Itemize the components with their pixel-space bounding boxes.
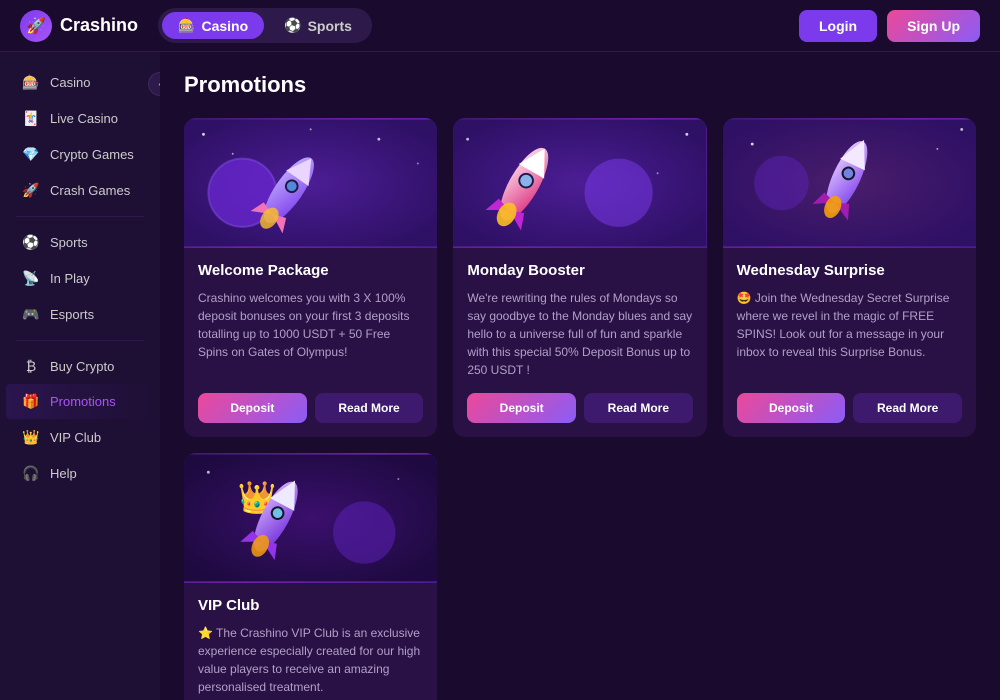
buy-crypto-icon: ₿	[22, 358, 40, 374]
sidebar-item-buy-crypto[interactable]: ₿ Buy Crypto	[6, 349, 154, 383]
main-content: Promotions	[160, 52, 1000, 700]
nav-tabs: 🎰 Casino ⚽ Sports	[158, 8, 372, 43]
promo-card-wednesday: Wednesday Surprise 🤩 Join the Wednesday …	[723, 118, 976, 437]
sidebar-item-promotions[interactable]: 🎁 Promotions	[6, 384, 154, 419]
sidebar-misc-section: ₿ Buy Crypto 🎁 Promotions 👑 VIP Club 🎧 H…	[0, 349, 160, 491]
casino-icon: 🎰	[178, 17, 195, 34]
promotions-bottom-row: 👑	[184, 453, 976, 700]
promo-card-welcome-actions: Deposit Read More	[198, 393, 423, 423]
sidebar: ‹ 🎰 Casino 🃏 Live Casino 💎 Crypto Games …	[0, 52, 160, 700]
crash-games-icon: 🚀	[22, 182, 40, 199]
wednesday-deposit-button[interactable]: Deposit	[737, 393, 846, 423]
promo-card-welcome-title: Welcome Package	[198, 262, 423, 279]
signup-button[interactable]: Sign Up	[887, 10, 980, 42]
promo-card-monday-desc: We're rewriting the rules of Mondays so …	[467, 289, 692, 379]
monday-readmore-button[interactable]: Read More	[584, 393, 693, 423]
sidebar-item-crypto-games[interactable]: 💎 Crypto Games	[6, 137, 154, 172]
promo-card-vip-body: VIP Club ⭐ The Crashino VIP Club is an e…	[184, 583, 437, 700]
empty-slot-2	[453, 453, 706, 700]
promo-card-welcome-body: Welcome Package Crashino welcomes you wi…	[184, 248, 437, 437]
promotions-grid: Welcome Package Crashino welcomes you wi…	[184, 118, 976, 437]
promo-card-vip-image: 👑	[184, 453, 437, 583]
promo-card-vip-desc: ⭐ The Crashino VIP Club is an exclusive …	[198, 624, 423, 696]
auth-buttons: Login Sign Up	[799, 10, 980, 42]
top-navigation: 🚀 Crashino 🎰 Casino ⚽ Sports Login Sign …	[0, 0, 1000, 52]
promo-card-monday: Monday Booster We're rewriting the rules…	[453, 118, 706, 437]
promo-card-monday-image	[453, 118, 706, 248]
sidebar-casino-section: 🎰 Casino 🃏 Live Casino 💎 Crypto Games 🚀 …	[0, 65, 160, 208]
sidebar-item-sports[interactable]: ⚽ Sports	[6, 225, 154, 260]
logo-text: Crashino	[60, 15, 138, 36]
promo-card-welcome: Welcome Package Crashino welcomes you wi…	[184, 118, 437, 437]
sidebar-sports-section: ⚽ Sports 📡 In Play 🎮 Esports	[0, 225, 160, 332]
logo: 🚀 Crashino	[20, 10, 138, 42]
esports-icon: 🎮	[22, 306, 40, 323]
crypto-games-icon: 💎	[22, 146, 40, 163]
promo-card-welcome-desc: Crashino welcomes you with 3 X 100% depo…	[198, 289, 423, 379]
main-layout: ‹ 🎰 Casino 🃏 Live Casino 💎 Crypto Games …	[0, 52, 1000, 700]
sidebar-divider-2	[16, 340, 144, 341]
promo-card-vip: 👑	[184, 453, 437, 700]
promo-card-monday-title: Monday Booster	[467, 262, 692, 279]
tab-casino[interactable]: 🎰 Casino	[162, 12, 264, 39]
sidebar-item-crash-games[interactable]: 🚀 Crash Games	[6, 173, 154, 208]
promotions-icon: 🎁	[22, 393, 40, 410]
promo-card-monday-actions: Deposit Read More	[467, 393, 692, 423]
promo-card-wednesday-image	[723, 118, 976, 248]
promo-card-wednesday-actions: Deposit Read More	[737, 393, 962, 423]
sidebar-item-live-casino[interactable]: 🃏 Live Casino	[6, 101, 154, 136]
vip-club-icon: 👑	[22, 429, 40, 446]
monday-deposit-button[interactable]: Deposit	[467, 393, 576, 423]
welcome-deposit-button[interactable]: Deposit	[198, 393, 307, 423]
promo-card-welcome-image	[184, 118, 437, 248]
sidebar-item-casino[interactable]: 🎰 Casino	[6, 65, 154, 100]
casino-icon: 🎰	[22, 74, 40, 91]
in-play-icon: 📡	[22, 270, 40, 287]
empty-slot-3	[723, 453, 976, 700]
logo-icon: 🚀	[20, 10, 52, 42]
wednesday-readmore-button[interactable]: Read More	[853, 393, 962, 423]
promo-card-monday-body: Monday Booster We're rewriting the rules…	[453, 248, 706, 437]
sidebar-divider-1	[16, 216, 144, 217]
sidebar-item-in-play[interactable]: 📡 In Play	[6, 261, 154, 296]
sports-icon: ⚽	[284, 17, 301, 34]
welcome-readmore-button[interactable]: Read More	[315, 393, 424, 423]
sports-icon: ⚽	[22, 234, 40, 251]
live-casino-icon: 🃏	[22, 110, 40, 127]
login-button[interactable]: Login	[799, 10, 877, 42]
promo-card-wednesday-body: Wednesday Surprise 🤩 Join the Wednesday …	[723, 248, 976, 437]
sidebar-item-help[interactable]: 🎧 Help	[6, 456, 154, 491]
promo-card-wednesday-title: Wednesday Surprise	[737, 262, 962, 279]
tab-sports[interactable]: ⚽ Sports	[268, 12, 368, 39]
sidebar-item-vip-club[interactable]: 👑 VIP Club	[6, 420, 154, 455]
promo-card-vip-title: VIP Club	[198, 597, 423, 614]
sidebar-item-esports[interactable]: 🎮 Esports	[6, 297, 154, 332]
promo-card-wednesday-desc: 🤩 Join the Wednesday Secret Surprise whe…	[737, 289, 962, 379]
page-title: Promotions	[184, 72, 976, 98]
help-icon: 🎧	[22, 465, 40, 482]
